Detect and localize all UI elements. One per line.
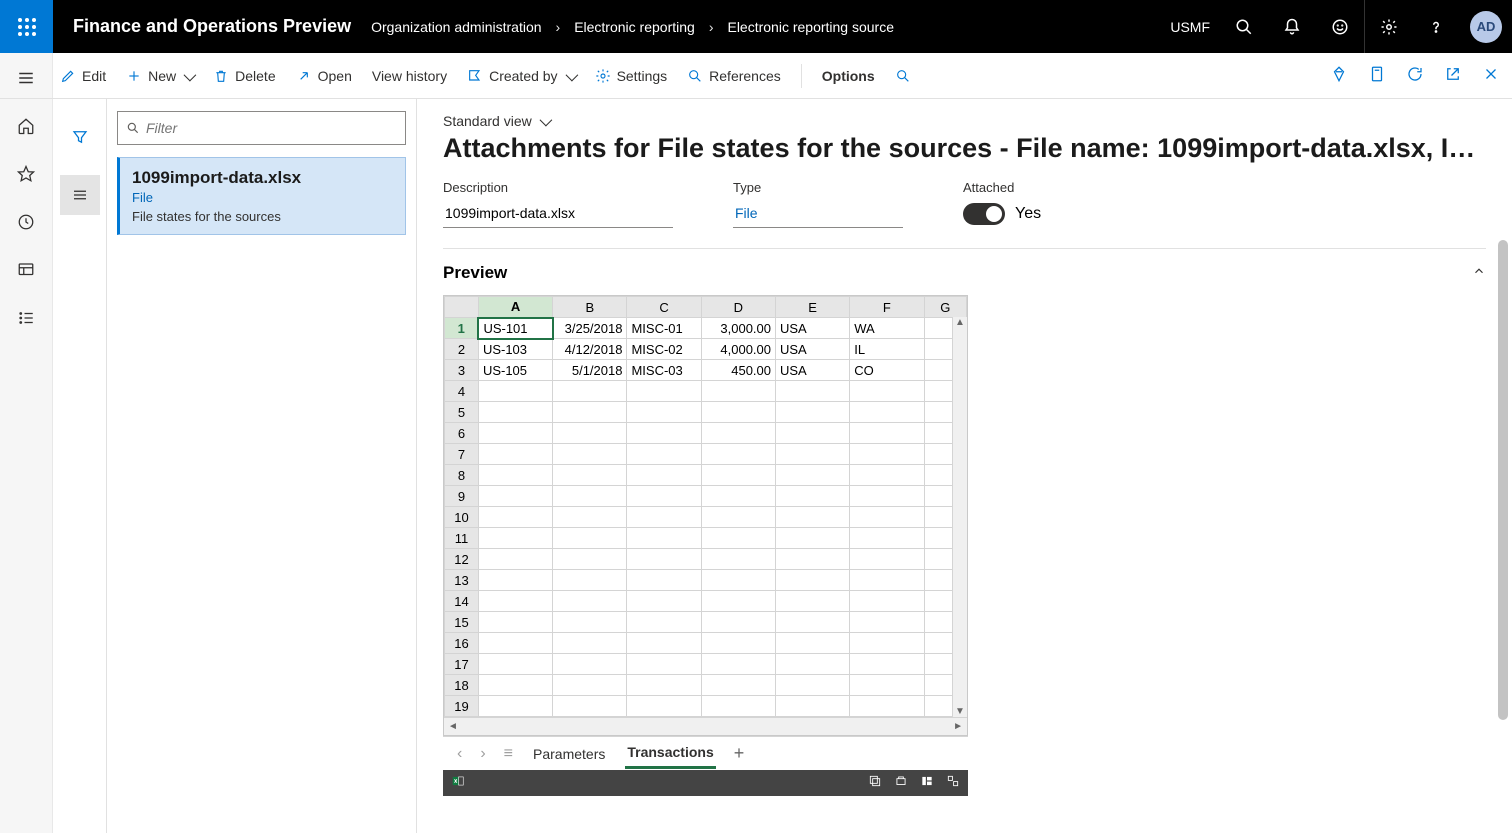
- footer-icon[interactable]: [868, 774, 882, 793]
- list-item-title: 1099import-data.xlsx: [132, 168, 393, 188]
- chevron-up-icon: [1472, 263, 1486, 283]
- settings-button[interactable]: Settings: [595, 68, 668, 84]
- list-pane: 1099import-data.xlsx File File states fo…: [107, 99, 417, 833]
- list-item-desc: File states for the sources: [132, 209, 393, 224]
- breadcrumb-item[interactable]: Electronic reporting: [574, 19, 695, 35]
- refresh-icon[interactable]: [1406, 65, 1424, 86]
- description-input[interactable]: 1099import-data.xlsx: [443, 201, 673, 228]
- recent-icon[interactable]: [15, 211, 37, 233]
- list-item-type: File: [132, 190, 393, 205]
- spreadsheet-preview: ABCDEFG1US-1013/25/2018MISC-013,000.00US…: [443, 295, 968, 736]
- options-button[interactable]: Options: [822, 68, 875, 84]
- created-by-button[interactable]: Created by: [467, 68, 574, 84]
- footer-icon[interactable]: [946, 774, 960, 793]
- view-selector[interactable]: Standard view: [443, 113, 1486, 129]
- chevron-down-icon: [538, 113, 549, 129]
- preview-header[interactable]: Preview: [443, 263, 1486, 283]
- chevron-right-icon: ›: [556, 19, 561, 35]
- modules-icon[interactable]: [15, 307, 37, 329]
- main-content: Standard view Attachments for File state…: [417, 99, 1512, 833]
- sheet-tab-transactions[interactable]: Transactions: [625, 738, 715, 769]
- filter-rail: [53, 99, 107, 833]
- scrollbar-horizontal[interactable]: ◄►: [444, 717, 967, 735]
- attached-value: Yes: [1015, 205, 1041, 223]
- type-input[interactable]: File: [733, 201, 903, 228]
- help-icon[interactable]: [1412, 0, 1460, 53]
- attached-label: Attached: [963, 180, 1041, 195]
- app-launcher-button[interactable]: [0, 0, 53, 53]
- workspace-icon[interactable]: [15, 259, 37, 281]
- excel-icon[interactable]: [451, 774, 465, 793]
- popout-icon[interactable]: [1444, 65, 1462, 86]
- breadcrumb-item[interactable]: Organization administration: [371, 19, 541, 35]
- description-label: Description: [443, 180, 673, 195]
- home-icon[interactable]: [15, 115, 37, 137]
- app-header: Finance and Operations Preview Organizat…: [0, 0, 1512, 53]
- breadcrumb: Organization administration › Electronic…: [371, 19, 1160, 35]
- attachment-icon[interactable]: [1368, 65, 1386, 86]
- sheet-prev-icon[interactable]: ‹: [457, 745, 462, 763]
- action-bar: Edit New Delete Open View history Create…: [0, 53, 1512, 99]
- new-button[interactable]: New: [126, 68, 193, 84]
- search-action-icon[interactable]: [895, 68, 911, 84]
- references-button[interactable]: References: [687, 68, 781, 84]
- list-view-icon[interactable]: [60, 175, 100, 215]
- scrollbar-vertical[interactable]: [1498, 240, 1508, 720]
- chevron-right-icon: ›: [709, 19, 714, 35]
- search-icon[interactable]: [1220, 0, 1268, 53]
- gear-icon[interactable]: [1364, 0, 1412, 53]
- type-label: Type: [733, 180, 903, 195]
- field-description: Description 1099import-data.xlsx: [443, 180, 673, 228]
- attached-toggle[interactable]: [963, 203, 1005, 225]
- open-button[interactable]: Open: [296, 68, 352, 84]
- app-title: Finance and Operations Preview: [53, 16, 371, 37]
- spreadsheet-grid[interactable]: ABCDEFG1US-1013/25/2018MISC-013,000.00US…: [444, 296, 967, 717]
- diamond-icon[interactable]: [1330, 65, 1348, 86]
- notification-icon[interactable]: [1268, 0, 1316, 53]
- star-icon[interactable]: [15, 163, 37, 185]
- view-history-button[interactable]: View history: [372, 68, 447, 84]
- edit-button[interactable]: Edit: [60, 68, 106, 84]
- filter-input[interactable]: [146, 120, 397, 136]
- delete-button[interactable]: Delete: [213, 68, 275, 84]
- spreadsheet-footer: [443, 770, 968, 796]
- left-rail: [0, 53, 53, 833]
- smile-icon[interactable]: [1316, 0, 1364, 53]
- field-type: Type File: [733, 180, 903, 228]
- chevron-down-icon: [564, 68, 575, 84]
- scrollbar-vertical[interactable]: ▲▼: [952, 317, 967, 717]
- list-item[interactable]: 1099import-data.xlsx File File states fo…: [117, 157, 406, 235]
- funnel-icon[interactable]: [60, 117, 100, 157]
- chevron-down-icon: [182, 68, 193, 84]
- avatar[interactable]: AD: [1470, 11, 1502, 43]
- footer-icon[interactable]: [920, 774, 934, 793]
- sheet-tabs: ‹ › ≡ Parameters Transactions +: [443, 736, 968, 770]
- sheet-next-icon[interactable]: ›: [480, 745, 485, 763]
- sheet-tab-parameters[interactable]: Parameters: [531, 740, 607, 768]
- sheet-add-icon[interactable]: +: [734, 743, 745, 764]
- page-title: Attachments for File states for the sour…: [443, 133, 1486, 164]
- footer-icon[interactable]: [894, 774, 908, 793]
- close-icon[interactable]: [1482, 65, 1500, 86]
- search-icon: [126, 121, 140, 135]
- separator: [801, 64, 802, 88]
- sheet-list-icon[interactable]: ≡: [504, 745, 513, 763]
- filter-box[interactable]: [117, 111, 406, 145]
- company-label[interactable]: USMF: [1160, 19, 1220, 35]
- breadcrumb-item[interactable]: Electronic reporting source: [727, 19, 894, 35]
- field-attached: Attached Yes: [963, 180, 1041, 228]
